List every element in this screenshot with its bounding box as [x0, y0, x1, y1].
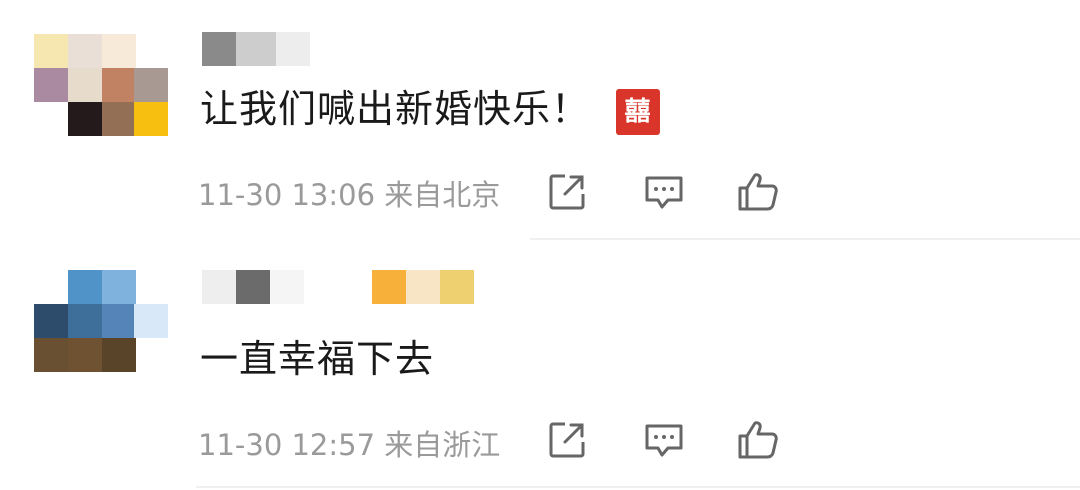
comment-actions — [0, 418, 1080, 462]
reply-button[interactable] — [642, 170, 686, 214]
reply-icon — [645, 176, 683, 209]
username-blurred[interactable] — [202, 32, 312, 66]
comment-item: 一直幸福下去 11-30 12:57 来自浙江 — [0, 240, 1080, 490]
avatar[interactable] — [34, 34, 168, 136]
share-button[interactable] — [545, 170, 589, 214]
like-button[interactable] — [736, 418, 780, 462]
comment-actions — [0, 170, 1080, 214]
share-icon — [549, 174, 585, 210]
like-icon — [738, 421, 778, 459]
comment-item: 让我们喊出新婚快乐！囍 11-30 13:06 来自北京 — [0, 0, 1080, 240]
like-icon — [738, 173, 778, 211]
comment-text: 一直幸福下去 — [200, 337, 435, 381]
comment-text: 让我们喊出新婚快乐！囍 — [200, 86, 661, 135]
share-icon — [549, 422, 585, 458]
reply-button[interactable] — [642, 418, 686, 462]
reply-icon — [645, 424, 683, 457]
share-button[interactable] — [545, 418, 589, 462]
like-button[interactable] — [736, 170, 780, 214]
avatar[interactable] — [34, 270, 168, 372]
divider — [196, 486, 1080, 488]
username-blurred[interactable] — [202, 270, 482, 304]
double-happiness-emoji: 囍 — [616, 88, 661, 135]
